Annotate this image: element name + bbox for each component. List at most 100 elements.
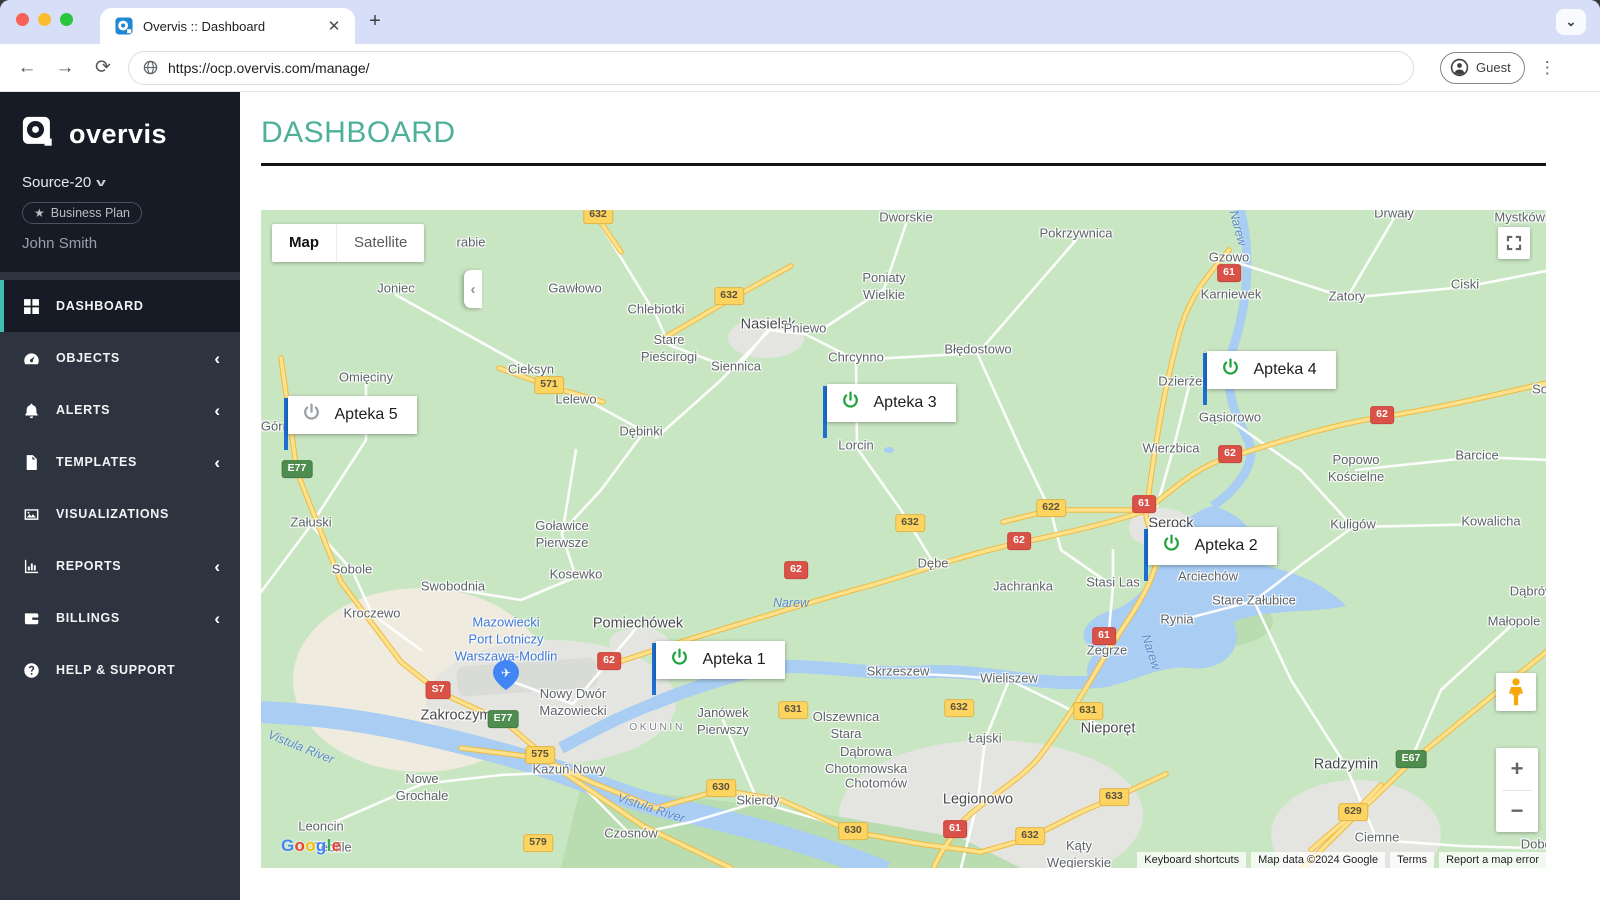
marker-label: Apteka 4 <box>1253 361 1317 378</box>
marker-box[interactable]: Apteka 5 <box>287 396 417 434</box>
globe-icon <box>143 60 158 75</box>
sidebar-item-label: VISUALIZATIONS <box>56 507 170 521</box>
map-town-label: Pniewo <box>783 320 827 336</box>
new-tab-icon[interactable]: + <box>362 9 388 35</box>
road-badge: E67 <box>1395 750 1427 768</box>
url-bar[interactable]: https://ocp.overvis.com/manage/ <box>128 50 1414 85</box>
map-town-label: OKUNIN <box>629 721 685 734</box>
map-town-label: Skrzeszew <box>866 663 930 679</box>
map-town-label: Karniewek <box>1200 286 1262 302</box>
map-town-label: Łajski <box>968 730 1002 746</box>
help-icon <box>23 661 41 679</box>
sidebar-item-templates[interactable]: TEMPLATES ‹ <box>0 436 240 488</box>
marker-box[interactable]: Apteka 4 <box>1206 351 1336 389</box>
chart-icon <box>23 557 41 575</box>
map-town-label: Olszewnica Stara <box>812 709 880 741</box>
street-view-pegman-button[interactable] <box>1496 673 1536 711</box>
window-controls <box>16 13 73 26</box>
sidebar-item-reports[interactable]: REPORTS ‹ <box>0 540 240 592</box>
map-town-label: Popowo Kościelne <box>1327 452 1385 484</box>
sidebar-item-label: DASHBOARD <box>56 299 144 313</box>
road-badge: 631 <box>778 701 808 719</box>
road-badge: E77 <box>487 710 519 728</box>
airport-label: Mazowiecki Port Lotniczy Warszawa-Modlin <box>454 614 558 664</box>
map-type-map-button[interactable]: Map <box>272 224 336 262</box>
sidebar-item-visualizations[interactable]: VISUALIZATIONS <box>0 488 240 540</box>
road-badge: 631 <box>1073 702 1103 720</box>
marker-box[interactable]: Apteka 3 <box>826 384 956 422</box>
main-content: ‹ DASHBOARD rabie Joniec Gawłowo Dworski… <box>240 92 1600 900</box>
tab-close-icon[interactable]: ✕ <box>325 17 343 35</box>
road-badge: 622 <box>1036 499 1066 517</box>
map-type-control: Map Satellite <box>272 224 425 262</box>
zoom-control: + − <box>1496 748 1538 832</box>
guest-profile-button[interactable]: Guest <box>1440 51 1525 84</box>
road-badge: 632 <box>1015 827 1045 845</box>
map-town-label: Skierdy <box>736 792 780 808</box>
sidebar-item-label: BILLINGS <box>56 611 120 625</box>
svg-text:✈: ✈ <box>501 666 511 680</box>
star-icon: ★ <box>34 206 45 220</box>
marker-box[interactable]: Apteka 1 <box>655 641 785 679</box>
maximize-window-button[interactable] <box>60 13 73 26</box>
map-town-label: Somianka <box>1532 381 1546 397</box>
power-status-icon <box>669 647 690 673</box>
url-text: https://ocp.overvis.com/manage/ <box>168 59 370 76</box>
map-town-label: rabie <box>456 234 486 250</box>
bell-icon <box>23 401 41 419</box>
chevron-down-icon: v <box>96 176 107 189</box>
source-selector[interactable]: Source-20 v <box>22 174 240 191</box>
map-town-label: Nowy Dwór Mazowiecki <box>539 686 607 718</box>
road-badge: 629 <box>1338 803 1368 821</box>
map-town-label: Stare Załubice <box>1212 592 1296 608</box>
fullscreen-button[interactable] <box>1498 227 1530 259</box>
marker-box[interactable]: Apteka 2 <box>1147 527 1277 565</box>
map-town-label: Radzymin <box>1313 756 1379 773</box>
browser-menu-icon[interactable]: ⋮ <box>1539 58 1556 78</box>
map-town-label: Leoncin <box>298 818 344 834</box>
chevron-left-icon: ‹ <box>214 400 220 420</box>
zoom-in-button[interactable]: + <box>1496 748 1538 790</box>
map-town-label: Jachranka <box>993 578 1053 594</box>
reload-icon[interactable]: ⟳ <box>84 56 122 79</box>
map-water-label: Narew <box>772 596 810 610</box>
attribution-keyboard-shortcuts[interactable]: Keyboard shortcuts <box>1137 852 1247 868</box>
forward-icon[interactable]: → <box>46 57 84 79</box>
map-canvas[interactable]: rabie Joniec Gawłowo Dworskie Pokrzywnica Drw… <box>261 210 1546 868</box>
sidebar-item-billings[interactable]: BILLINGS ‹ <box>0 592 240 644</box>
user-name: John Smith <box>22 235 98 252</box>
sidebar-item-help-support[interactable]: HELP & SUPPORT <box>0 644 240 696</box>
gauge-icon <box>23 349 41 367</box>
close-window-button[interactable] <box>16 13 29 26</box>
back-icon[interactable]: ← <box>8 57 46 79</box>
map-town-label: Dębinki <box>619 423 663 439</box>
zoom-out-button[interactable]: − <box>1496 791 1538 833</box>
map-town-label: Joniec <box>377 280 415 296</box>
tab-search-chevron-icon[interactable]: ⌄ <box>1556 9 1586 35</box>
sidebar-item-alerts[interactable]: ALERTS ‹ <box>0 384 240 436</box>
map-type-satellite-button[interactable]: Satellite <box>336 224 424 262</box>
attribution-terms[interactable]: Terms <box>1390 852 1435 868</box>
road-badge: 630 <box>706 779 736 797</box>
map-town-label: Stare Pieścirogi <box>640 332 698 364</box>
map-town-label: Zegrze <box>1086 642 1128 658</box>
map-town-label: Rynia <box>1160 611 1194 627</box>
browser-window: Overvis :: Dashboard ✕ + ⌄ ← → ⟳ https:/… <box>0 0 1600 900</box>
overvis-logo-icon <box>22 116 52 146</box>
sidebar-nav: DASHBOARD OBJECTS ‹ ALERTS ‹ TEMPLATES ‹ VISUAL… <box>0 272 240 696</box>
plan-badge: ★ Business Plan <box>22 202 142 224</box>
avatar-icon <box>1450 58 1469 77</box>
minimize-window-button[interactable] <box>38 13 51 26</box>
sidebar-item-objects[interactable]: OBJECTS ‹ <box>0 332 240 384</box>
map-town-label: Kazuń Nowy <box>532 761 606 777</box>
road-badge: 62 <box>1370 406 1394 424</box>
browser-toolbar: ← → ⟳ https://ocp.overvis.com/manage/ Gu… <box>0 44 1600 92</box>
map-town-label: Drwały <box>1374 210 1414 221</box>
sidebar-item-dashboard[interactable]: DASHBOARD <box>0 280 240 332</box>
map-town-label: Kuligów <box>1330 516 1376 532</box>
browser-tab[interactable]: Overvis :: Dashboard ✕ <box>100 8 355 44</box>
chevron-left-icon: ‹ <box>214 348 220 368</box>
sidebar-collapse-button[interactable]: ‹ <box>464 270 482 308</box>
attribution-report-a-map-error[interactable]: Report a map error <box>1439 852 1546 868</box>
pegman-icon <box>1509 678 1523 706</box>
